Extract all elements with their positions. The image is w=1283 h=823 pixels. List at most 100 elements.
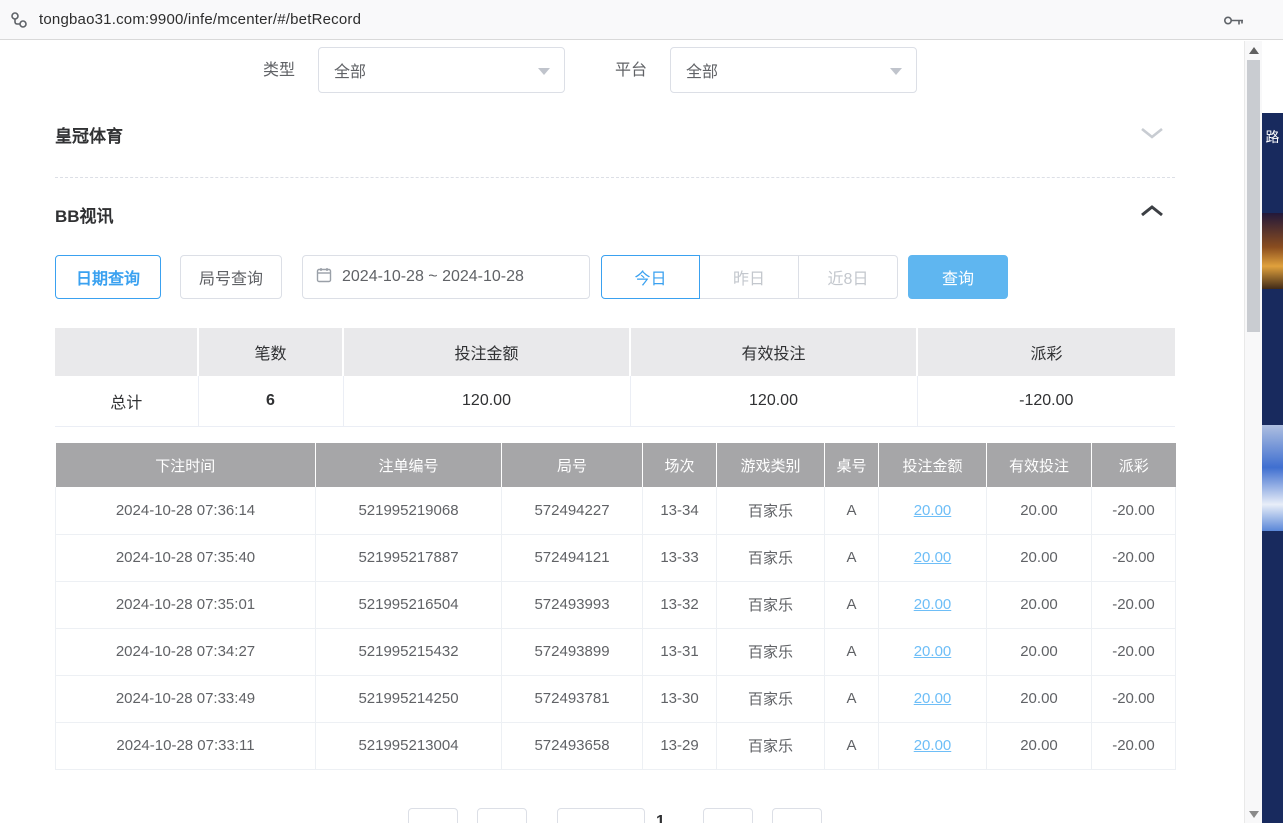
cell-valid-bet: 20.00 — [987, 628, 1092, 675]
cell-bet-time: 2024-10-28 07:34:27 — [56, 628, 316, 675]
side-banner-fragment[interactable] — [1262, 213, 1283, 289]
last8days-button[interactable]: 近8日 — [799, 255, 898, 299]
table-row: 2024-10-28 07:35:40 521995217887 5724941… — [56, 534, 1176, 581]
header-round-no: 局号 — [502, 443, 643, 487]
date-query-button[interactable]: 日期查询 — [55, 255, 161, 299]
cell-round-no: 572493781 — [502, 675, 643, 722]
cell-payout: -20.00 — [1092, 487, 1176, 534]
arrow-up-icon[interactable] — [1249, 47, 1259, 54]
arrow-down-icon[interactable] — [1249, 811, 1259, 818]
cell-table-no: A — [825, 534, 879, 581]
bet-amount-link[interactable]: 20.00 — [879, 628, 987, 675]
cell-bet-time: 2024-10-28 07:35:01 — [56, 581, 316, 628]
cell-round-no: 572494121 — [502, 534, 643, 581]
date-range-value: 2024-10-28 ~ 2024-10-28 — [342, 268, 524, 286]
header-session: 场次 — [643, 443, 717, 487]
cell-bet-time: 2024-10-28 07:35:40 — [56, 534, 316, 581]
cell-valid-bet: 20.00 — [987, 581, 1092, 628]
type-label: 类型 — [263, 57, 295, 85]
cell-session: 13-31 — [643, 628, 717, 675]
browser-window: tongbao31.com:9900/infe/mcenter/#/betRec… — [0, 0, 1283, 823]
summary-header-bet: 投注金额 — [343, 328, 630, 376]
pagination-next-button[interactable] — [703, 808, 753, 823]
pagination-first-button[interactable] — [408, 808, 458, 823]
header-bet-no: 注单编号 — [316, 443, 502, 487]
cell-bet-no: 521995214250 — [316, 675, 502, 722]
cell-valid-bet: 20.00 — [987, 675, 1092, 722]
cell-round-no: 572493658 — [502, 722, 643, 769]
site-permissions-icon[interactable] — [9, 10, 29, 30]
cell-table-no: A — [825, 581, 879, 628]
yesterday-button[interactable]: 昨日 — [700, 255, 799, 299]
cell-session: 13-33 — [643, 534, 717, 581]
bet-amount-link[interactable]: 20.00 — [879, 722, 987, 769]
cell-bet-no: 521995215432 — [316, 628, 502, 675]
calendar-icon — [316, 267, 332, 288]
cell-bet-time: 2024-10-28 07:36:14 — [56, 487, 316, 534]
section-bb-video: BB视讯 — [55, 202, 114, 227]
side-panel-label: 路 — [1262, 127, 1283, 147]
cell-bet-time: 2024-10-28 07:33:49 — [56, 675, 316, 722]
date-range-input[interactable]: 2024-10-28 ~ 2024-10-28 — [302, 255, 590, 299]
cell-round-no: 572494227 — [502, 487, 643, 534]
cell-bet-no: 521995219068 — [316, 487, 502, 534]
cell-table-no: A — [825, 675, 879, 722]
round-query-button[interactable]: 局号查询 — [180, 255, 282, 299]
scrollbar-thumb[interactable] — [1247, 60, 1260, 332]
pagination-last-button[interactable] — [772, 808, 822, 823]
address-bar[interactable]: tongbao31.com:9900/infe/mcenter/#/betRec… — [0, 0, 1283, 40]
bet-amount-link[interactable]: 20.00 — [879, 487, 987, 534]
caret-down-icon — [538, 68, 550, 75]
side-banner-fragment[interactable] — [1262, 425, 1283, 531]
chevron-up-icon[interactable] — [1138, 203, 1166, 224]
cell-payout: -20.00 — [1092, 581, 1176, 628]
header-payout: 派彩 — [1092, 443, 1176, 487]
bet-amount-link[interactable]: 20.00 — [879, 581, 987, 628]
bet-amount-link[interactable]: 20.00 — [879, 534, 987, 581]
cell-payout: -20.00 — [1092, 722, 1176, 769]
header-bet-time: 下注时间 — [56, 443, 316, 487]
section-crown-sports: 皇冠体育 — [55, 122, 123, 147]
quick-range-group: 今日 昨日 近8日 — [601, 255, 898, 299]
summary-table: 笔数 投注金额 有效投注 派彩 总计 6 120.00 120.00 -120.… — [55, 328, 1175, 427]
table-row: 2024-10-28 07:34:27 521995215432 5724938… — [56, 628, 1176, 675]
platform-select[interactable]: 全部 — [670, 47, 917, 93]
cell-game-type: 百家乐 — [717, 487, 825, 534]
query-button[interactable]: 查询 — [908, 255, 1008, 299]
caret-down-icon — [890, 68, 902, 75]
table-row: 2024-10-28 07:33:11 521995213004 5724936… — [56, 722, 1176, 769]
side-strip: 路 — [1262, 41, 1283, 823]
header-table-no: 桌号 — [825, 443, 879, 487]
cell-table-no: A — [825, 628, 879, 675]
header-valid-bet: 有效投注 — [987, 443, 1092, 487]
summary-total-label: 总计 — [55, 376, 198, 426]
bet-amount-link[interactable]: 20.00 — [879, 675, 987, 722]
cell-session: 13-29 — [643, 722, 717, 769]
summary-header-empty — [55, 328, 198, 376]
type-select-value: 全部 — [334, 58, 366, 82]
table-row: 2024-10-28 07:33:49 521995214250 5724937… — [56, 675, 1176, 722]
url-text[interactable]: tongbao31.com:9900/infe/mcenter/#/betRec… — [39, 11, 361, 28]
cell-game-type: 百家乐 — [717, 628, 825, 675]
cell-game-type: 百家乐 — [717, 722, 825, 769]
cell-payout: -20.00 — [1092, 628, 1176, 675]
cell-game-type: 百家乐 — [717, 581, 825, 628]
table-row: 2024-10-28 07:36:14 521995219068 5724942… — [56, 487, 1176, 534]
pagination-page-input[interactable] — [557, 808, 645, 823]
cell-session: 13-32 — [643, 581, 717, 628]
summary-valid-bet: 120.00 — [630, 376, 917, 426]
vertical-scrollbar[interactable] — [1244, 41, 1262, 823]
pagination-prev-button[interactable] — [477, 808, 527, 823]
password-key-icon[interactable] — [1223, 14, 1245, 32]
chevron-down-icon[interactable] — [1138, 125, 1166, 146]
bet-table-body: 2024-10-28 07:36:14 521995219068 5724942… — [56, 487, 1176, 769]
summary-bet-amount: 120.00 — [343, 376, 630, 426]
header-game-type: 游戏类别 — [717, 443, 825, 487]
today-button[interactable]: 今日 — [601, 255, 700, 299]
cell-session: 13-30 — [643, 675, 717, 722]
summary-header-payout: 派彩 — [917, 328, 1175, 376]
pagination-current-page: 1 — [656, 812, 665, 823]
type-select[interactable]: 全部 — [318, 47, 565, 93]
platform-select-value: 全部 — [686, 58, 718, 82]
platform-label: 平台 — [615, 57, 647, 85]
